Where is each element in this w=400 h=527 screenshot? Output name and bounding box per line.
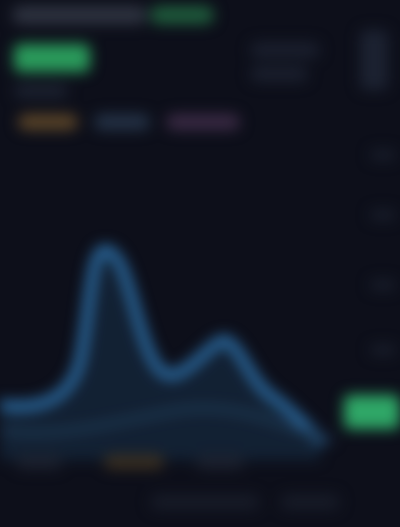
meta-item-2 [250,66,308,82]
legend-item-1[interactable] [18,114,78,130]
x-axis-label-3 [196,455,244,469]
x-axis-label-2 [104,455,164,469]
page-title [12,6,147,24]
y-axis-tick-1 [370,150,396,160]
chart-area [0,250,320,460]
footer-item-2 [280,494,340,510]
title-accent-badge[interactable] [150,6,214,24]
action-button[interactable] [344,395,400,429]
primary-badge-button[interactable] [14,44,90,72]
price-chart[interactable] [0,140,340,460]
legend-item-3[interactable] [166,114,240,130]
meta-item-1 [250,42,320,58]
stat-label [14,84,68,98]
blurred-screen [0,0,400,527]
y-axis-tick-4 [370,345,396,355]
footer-item-1 [150,494,260,510]
x-axis-label-1 [16,455,62,469]
y-axis-tick-2 [370,210,396,220]
legend-item-2[interactable] [94,114,150,130]
y-axis-tick-3 [370,280,396,290]
sidebar-icon[interactable] [360,30,388,90]
